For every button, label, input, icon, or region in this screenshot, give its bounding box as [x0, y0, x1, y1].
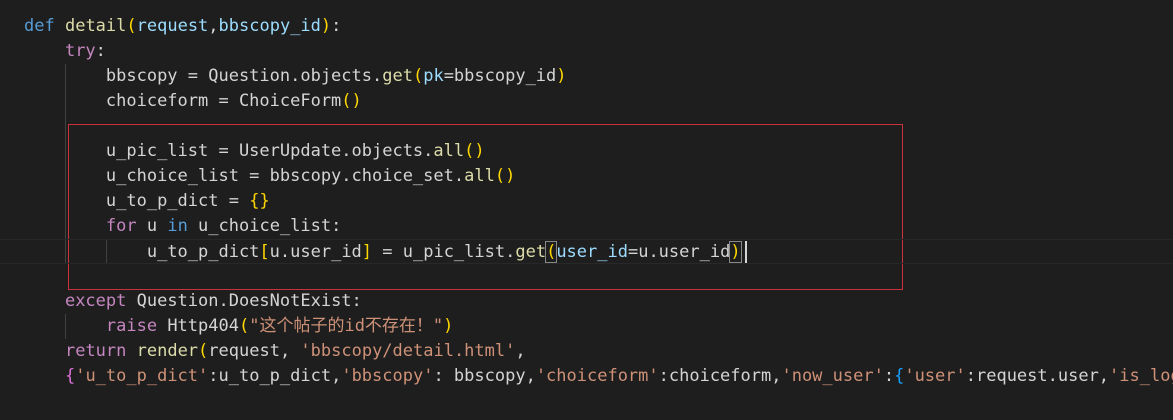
code-token: = u_pic_list. [372, 242, 516, 262]
code-token: : [95, 41, 106, 61]
code-token: =bbscopy_id [443, 66, 557, 86]
code-token: ) [351, 91, 362, 111]
code-token: def [24, 16, 55, 36]
code-token: { [894, 366, 905, 386]
code-token: :choiceform, [658, 366, 782, 386]
code-token: Question.DoesNotExist: [126, 291, 362, 311]
code-token: "这个帖子的id不存在！" [249, 316, 444, 336]
code-token: 'now_user' [781, 366, 884, 386]
code-token: u_to_p_dict [146, 242, 260, 262]
code-line: choiceform = ChoiceForm() [24, 89, 362, 114]
code-token: } [259, 191, 270, 211]
code-token: ( [545, 241, 558, 263]
code-token: for [105, 216, 137, 236]
code-editor[interactable]: def detail(request,bbscopy_id): try: bbs… [0, 0, 1173, 420]
code-token: pk [423, 66, 444, 86]
code-line: u_pic_list = UserUpdate.objects.all() [24, 139, 485, 164]
code-line: {'u_to_p_dict':u_to_p_dict,'bbscopy': bb… [24, 364, 1173, 389]
code-token: , [208, 16, 219, 36]
code-token: :request.user, [965, 366, 1110, 386]
code-token: get [515, 242, 547, 262]
code-token: 'u_to_p_dict' [75, 366, 209, 386]
code-line: return render(request, 'bbscopy/detail.h… [24, 339, 526, 364]
code-token: 'bbscopy' [341, 366, 434, 386]
code-token: bbscopy_id [218, 16, 321, 36]
code-token: u_choice_list = bbscopy.choice_set. [105, 166, 465, 186]
code-token: ( [126, 16, 137, 36]
code-line: u_choice_list = bbscopy.choice_set.all() [24, 164, 515, 189]
code-token: : [331, 16, 342, 36]
code-token: u_pic_list = UserUpdate.objects. [105, 141, 434, 161]
code-token: ) [474, 141, 485, 161]
code-token: except [64, 291, 127, 311]
code-token: get [382, 66, 413, 86]
code-token: 'user' [904, 366, 966, 386]
code-token: request [136, 16, 209, 36]
code-token: { [249, 191, 260, 211]
code-token: ) [443, 316, 454, 336]
code-token: return [64, 341, 127, 361]
code-token: render [136, 341, 199, 361]
code-token: 'bbscopy/detail.html' [300, 341, 516, 361]
code-line: raise Http404("这个帖子的id不存在！") [24, 314, 454, 339]
code-token: u_choice_list: [187, 216, 342, 236]
code-line: for u in u_choice_list: [24, 214, 341, 239]
code-token: all [433, 141, 465, 161]
code-token: ( [198, 341, 209, 361]
code-token: =u.user_id [627, 242, 731, 262]
code-token: raise [105, 316, 158, 336]
code-token: [ [259, 242, 270, 262]
code-line: u_to_p_dict = {} [24, 189, 270, 214]
code-token: :u_to_p_dict, [208, 366, 342, 386]
code-token: detail [64, 16, 127, 36]
code-token: all [464, 166, 495, 186]
code-token: Http404 [157, 316, 239, 336]
code-token: 'is_login' [1109, 366, 1173, 386]
code-token: { [64, 366, 76, 386]
code-token: u.user_id [269, 242, 362, 262]
code-token: u [136, 216, 168, 236]
code-token: ) [556, 66, 567, 86]
code-token: : [883, 366, 895, 386]
code-token: in [167, 216, 188, 236]
code-token: ( [341, 91, 352, 111]
code-token: ) [729, 241, 742, 263]
code-token: ) [505, 166, 516, 186]
code-token: ( [464, 141, 475, 161]
code-token: 'choiceform' [535, 366, 659, 386]
code-token: u_to_p_dict = [105, 191, 250, 211]
code-line: bbscopy = Question.objects.get(pk=bbscop… [24, 64, 567, 89]
code-token: user_id [556, 242, 628, 262]
code-token: ] [361, 242, 373, 262]
code-token: ( [494, 166, 506, 186]
code-token: ( [238, 316, 250, 336]
code-line: except Question.DoesNotExist: [24, 289, 362, 314]
code-token: choiceform = ChoiceForm [105, 91, 342, 111]
code-token: , [515, 341, 526, 361]
code-token: try [64, 41, 96, 61]
code-token: : bbscopy, [433, 366, 536, 386]
code-token: bbscopy = Question.objects. [105, 66, 383, 86]
code-line: u_to_p_dict[u.user_id] = u_pic_list.get(… [0, 239, 1173, 264]
code-line: def detail(request,bbscopy_id): [24, 14, 341, 39]
text-cursor [745, 241, 747, 263]
code-token: ) [320, 16, 332, 36]
code-line: try: [24, 39, 106, 64]
code-token: ( [412, 66, 424, 86]
code-token: request, [208, 341, 301, 361]
